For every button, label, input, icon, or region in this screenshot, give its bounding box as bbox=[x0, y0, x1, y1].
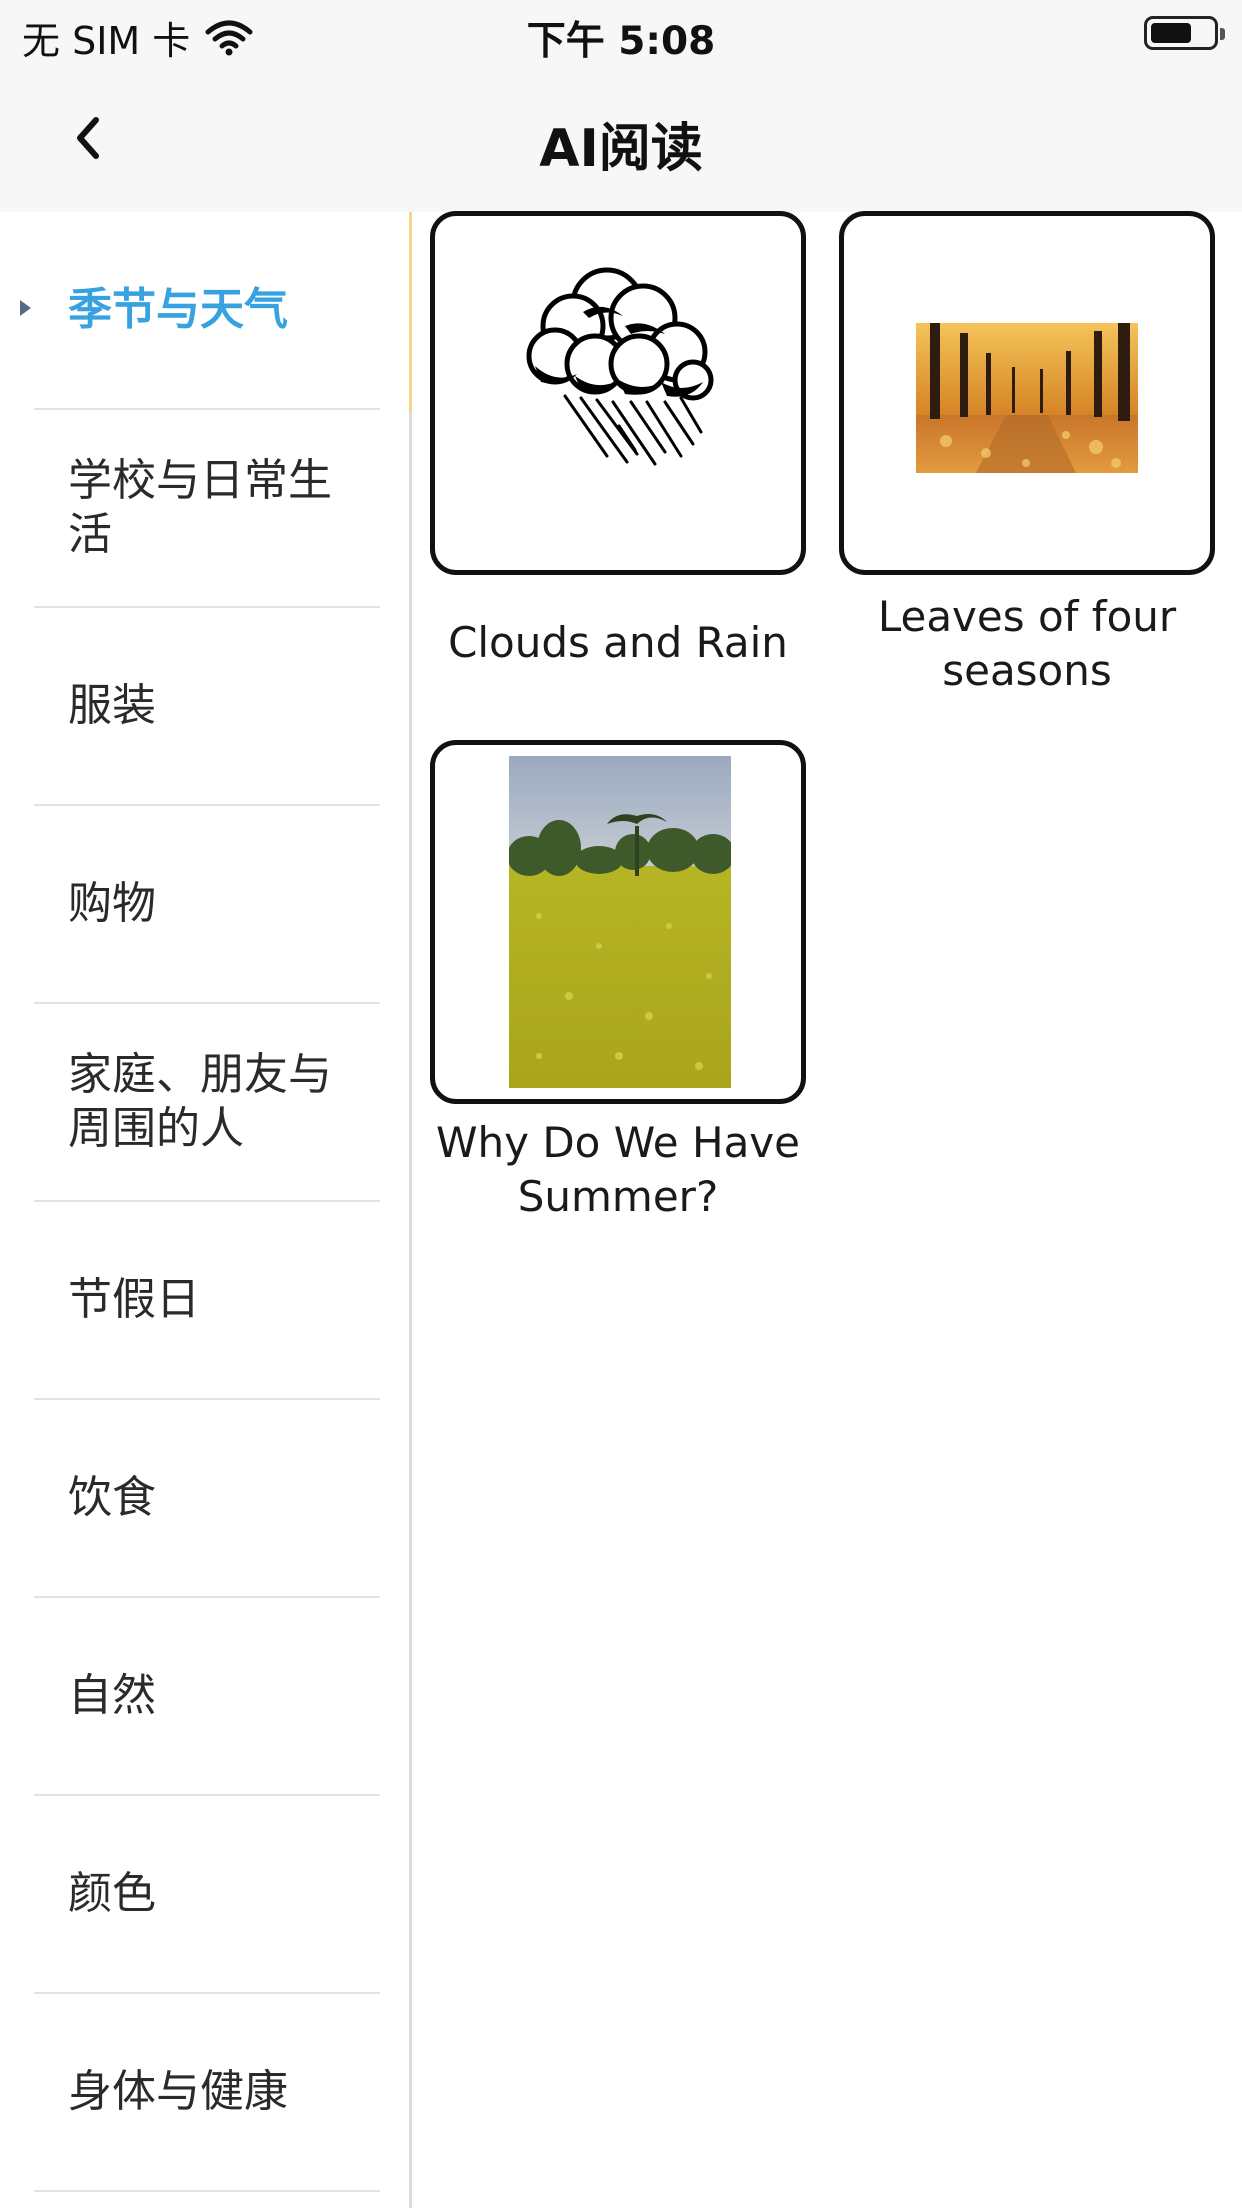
active-category-marker bbox=[20, 300, 31, 316]
sidebar-item-holidays[interactable]: 节假日 bbox=[34, 1202, 380, 1400]
sidebar-item-label: 学校与日常生活 bbox=[68, 455, 332, 560]
sidebar-item-food[interactable]: 饮食 bbox=[34, 1400, 380, 1598]
battery-icon bbox=[1144, 16, 1225, 50]
sidebar-item-label: 自然 bbox=[68, 1670, 156, 1721]
nav-bar: AI阅读 bbox=[0, 66, 1242, 212]
summer-field-photo bbox=[509, 756, 731, 1088]
battery-cap bbox=[1220, 28, 1225, 40]
sidebar-item-label: 季节与天气 bbox=[68, 284, 288, 335]
sidebar-item-label: 颜色 bbox=[68, 1868, 156, 1919]
sidebar-item-label: 家庭、朋友与周围的人 bbox=[68, 1049, 332, 1154]
autumn-leaves-photo bbox=[916, 323, 1138, 473]
battery-level bbox=[1151, 23, 1191, 43]
status-time: 下午 5:08 bbox=[526, 19, 716, 64]
sidebar-item-body-health[interactable]: 身体与健康 bbox=[34, 1994, 380, 2192]
sidebar-item-colors[interactable]: 颜色 bbox=[34, 1796, 380, 1994]
book-card-clouds-and-rain[interactable] bbox=[430, 211, 806, 575]
sidebar-scroll-indicator bbox=[409, 212, 412, 412]
sidebar-item-shopping[interactable]: 购物 bbox=[34, 806, 380, 1004]
sidebar-item-nature[interactable]: 自然 bbox=[34, 1598, 380, 1796]
book-title[interactable]: Clouds and Rain bbox=[418, 616, 818, 670]
sidebar-item-school-daily-life[interactable]: 学校与日常生活 bbox=[34, 410, 380, 608]
book-card-why-do-we-have-summer[interactable] bbox=[430, 740, 806, 1104]
page-title: AI阅读 bbox=[539, 119, 703, 179]
status-bar: 无 SIM 卡 下午 5:08 bbox=[0, 0, 1242, 66]
sidebar-item-label: 身体与健康 bbox=[68, 2066, 288, 2117]
book-title[interactable]: Why Do We Have Summer? bbox=[418, 1116, 818, 1224]
rain-cloud-icon bbox=[526, 267, 714, 466]
book-title[interactable]: Leaves of four seasons bbox=[827, 590, 1227, 698]
sidebar-item-label: 服装 bbox=[68, 680, 156, 731]
sidebar-item-clothing[interactable]: 服装 bbox=[34, 608, 380, 806]
sidebar-item-label: 饮食 bbox=[68, 1472, 156, 1523]
book-card-leaves-of-four-seasons[interactable] bbox=[839, 211, 1215, 575]
sidebar-item-label: 节假日 bbox=[68, 1274, 200, 1325]
sidebar-item-family-friends[interactable]: 家庭、朋友与周围的人 bbox=[34, 1004, 380, 1202]
sidebar-item-seasons-weather[interactable]: 季节与天气 bbox=[34, 212, 380, 410]
sidebar-item-label: 购物 bbox=[68, 878, 156, 929]
